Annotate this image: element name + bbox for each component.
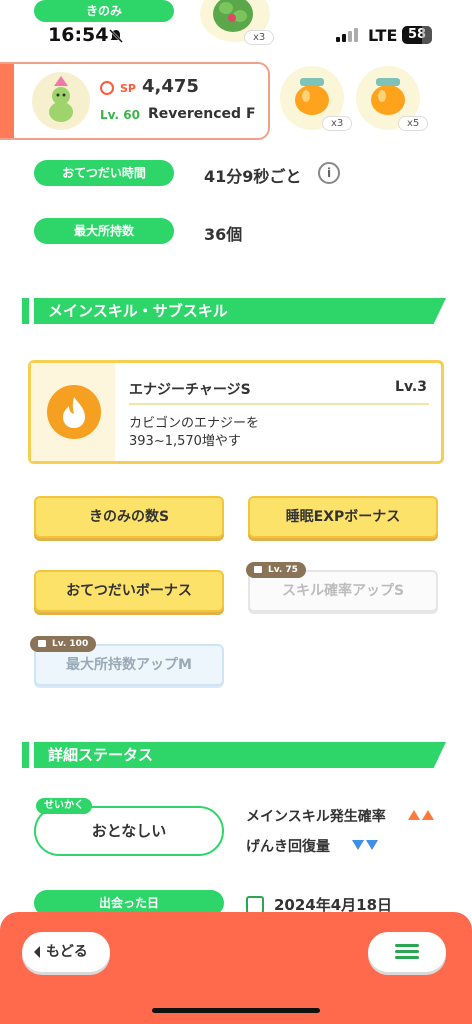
pokemon-level: Lv. 60: [100, 108, 140, 122]
home-indicator: [152, 1008, 320, 1013]
menu-button[interactable]: [368, 932, 446, 972]
pokeball-icon: [100, 81, 114, 95]
berry-label: きのみ: [34, 0, 174, 22]
nature-up-label: メインスキル発生確率: [246, 809, 386, 825]
pokemon-card[interactable]: SP 4,475 Lv. 60 Reverenced F: [0, 62, 270, 140]
pokemon-avatar: [32, 72, 90, 130]
bell-muted-icon: [109, 29, 123, 43]
skills-section-header: メインスキル・サブスキル: [22, 298, 446, 324]
up-arrow-icon: [408, 810, 420, 820]
up-arrow-icon: [422, 810, 434, 820]
signal-icon: [336, 28, 360, 42]
sp-value: 4,475: [142, 76, 199, 97]
battery-icon: 58: [402, 26, 432, 44]
nature-tag: せいかく: [36, 798, 92, 814]
section-title: メインスキル・サブスキル: [34, 298, 446, 324]
info-icon[interactable]: i: [318, 162, 340, 184]
network-type: LTE: [368, 26, 398, 45]
ingredient-qty: x3: [322, 116, 353, 131]
back-button[interactable]: もどる: [22, 932, 110, 972]
max-carry-label: 最大所持数: [34, 218, 174, 244]
sp-label: SP: [120, 82, 136, 95]
section-title: 詳細ステータス: [34, 742, 446, 768]
lock-level-tag: Lv. 75: [246, 562, 306, 578]
sub-skill-button[interactable]: きのみの数S: [34, 496, 224, 538]
lock-level-tag: Lv. 100: [30, 636, 97, 652]
flame-icon: [47, 385, 101, 439]
down-arrow-icon: [366, 840, 378, 850]
honey-jar-icon: [371, 78, 405, 115]
help-time-value: 41分9秒ごと: [204, 167, 302, 186]
detail-section-header: 詳細ステータス: [22, 742, 446, 768]
ingredient-qty: x5: [398, 116, 429, 131]
menu-icon: [395, 944, 419, 947]
ingredient-qty: x3: [244, 30, 275, 45]
nature-down-label: げんき回復量: [246, 839, 330, 855]
card-accent: [0, 64, 14, 138]
sub-skill-button[interactable]: おてつだいボーナス: [34, 570, 224, 612]
green-plant-icon: [213, 0, 253, 32]
pokemon-sprite-icon: [49, 76, 73, 122]
main-skill-level: Lv.3: [395, 379, 427, 395]
down-arrow-icon: [352, 840, 364, 850]
pokemon-name: Reverenced F: [148, 106, 256, 122]
status-time: 16:54: [48, 24, 109, 46]
sub-skill-button[interactable]: 睡眠EXPボーナス: [248, 496, 438, 538]
divider: [129, 403, 429, 405]
help-time-label: おてつだい時間: [34, 160, 174, 186]
main-skill-card[interactable]: エナジーチャージS Lv.3 カビゴンのエナジーを 393~1,570増やす: [28, 360, 444, 464]
main-skill-description: カビゴンのエナジーを 393~1,570増やす: [129, 416, 260, 449]
honey-jar-icon: [295, 78, 329, 115]
main-skill-name: エナジーチャージS: [129, 382, 251, 398]
max-carry-value: 36個: [204, 225, 243, 244]
